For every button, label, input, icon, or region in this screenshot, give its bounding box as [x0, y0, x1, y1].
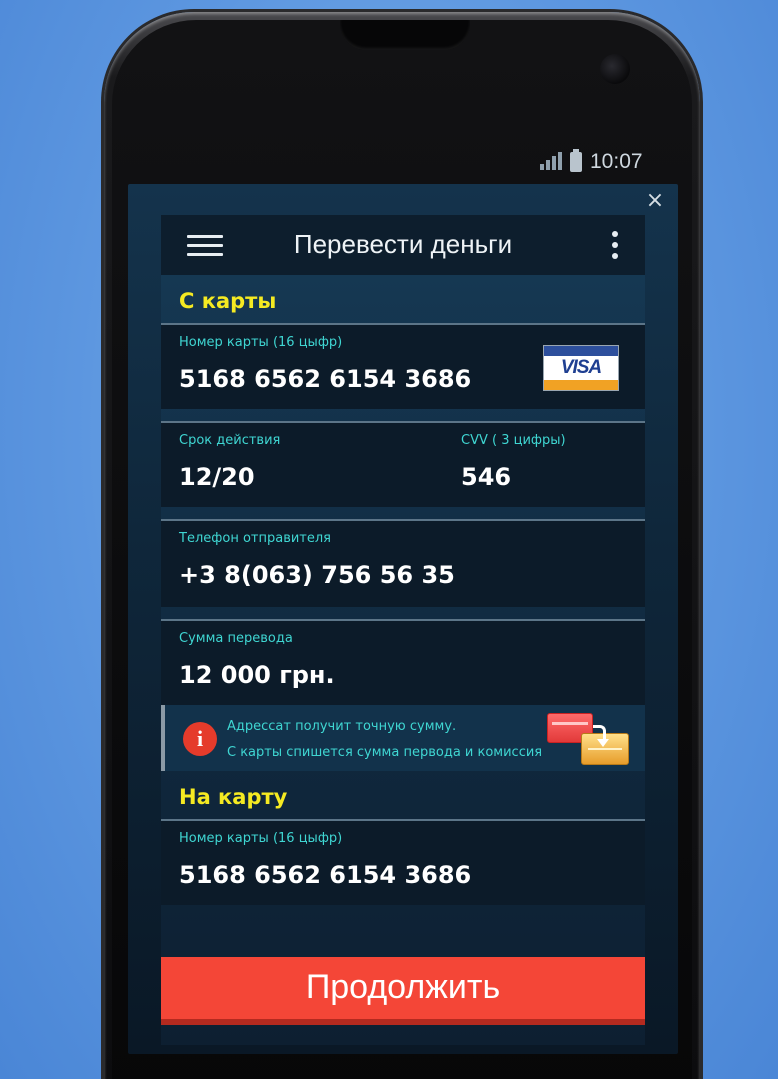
- info-icon: i: [183, 722, 217, 756]
- visa-logo-icon: VISA: [543, 345, 619, 391]
- sender-phone-field[interactable]: Телефон отправителя +3 8(063) 756 56 35: [161, 519, 645, 607]
- field-label: Телефон отправителя: [179, 531, 332, 546]
- page-title: Перевести деньги: [293, 229, 513, 259]
- battery-icon: [570, 149, 582, 172]
- cvv-input[interactable]: 546: [461, 463, 511, 491]
- amount-input[interactable]: 12 000 грн.: [179, 661, 335, 689]
- app-bar: Перевести деньги: [161, 215, 645, 275]
- field-label: Номер карты (16 цыфр): [179, 335, 343, 350]
- sender-phone-input[interactable]: +3 8(063) 756 56 35: [179, 561, 455, 589]
- info-notice: i Адрессат получит точную сумму. С карты…: [161, 705, 645, 771]
- field-label: Сумма перевода: [179, 631, 293, 646]
- status-bar: 10:07: [540, 148, 643, 176]
- amount-field[interactable]: Сумма перевода 12 000 грн.: [161, 619, 645, 705]
- signal-icon: [540, 152, 562, 172]
- info-line-2: С карты спишется сумма первода и комисси…: [227, 745, 543, 760]
- to-card-section-title: На карту: [179, 785, 288, 809]
- continue-button[interactable]: Продолжить: [161, 957, 645, 1025]
- expiry-input[interactable]: 12/20: [179, 463, 255, 491]
- from-card-number-field[interactable]: Номер карты (16 цыфр) 5168 6562 6154 368…: [161, 323, 645, 409]
- info-line-1: Адрессат получит точную сумму.: [227, 719, 457, 734]
- expiry-label: Срок действия: [179, 433, 281, 448]
- expiry-cvv-row: Срок действия 12/20 CVV ( 3 цифры) 546: [161, 421, 645, 507]
- transfer-panel: Перевести деньги С карты Номер карты (16…: [161, 215, 645, 1045]
- from-card-number-input[interactable]: 5168 6562 6154 3686: [179, 365, 471, 393]
- earpiece: [340, 20, 470, 50]
- front-camera: [600, 54, 630, 84]
- field-label: Номер карты (16 цыфр): [179, 831, 343, 846]
- close-icon[interactable]: ×: [644, 190, 666, 212]
- cvv-label: CVV ( 3 цифры): [461, 433, 566, 448]
- more-vert-icon[interactable]: [611, 231, 619, 261]
- card-transfer-icon: [547, 713, 629, 765]
- from-card-section-title: С карты: [179, 289, 277, 313]
- screen: × Перевести деньги С карты Номер карты (…: [128, 184, 678, 1054]
- to-card-number-field[interactable]: Номер карты (16 цыфр) 5168 6562 6154 368…: [161, 819, 645, 905]
- to-card-number-input[interactable]: 5168 6562 6154 3686: [179, 861, 471, 889]
- status-clock: 10:07: [590, 150, 643, 173]
